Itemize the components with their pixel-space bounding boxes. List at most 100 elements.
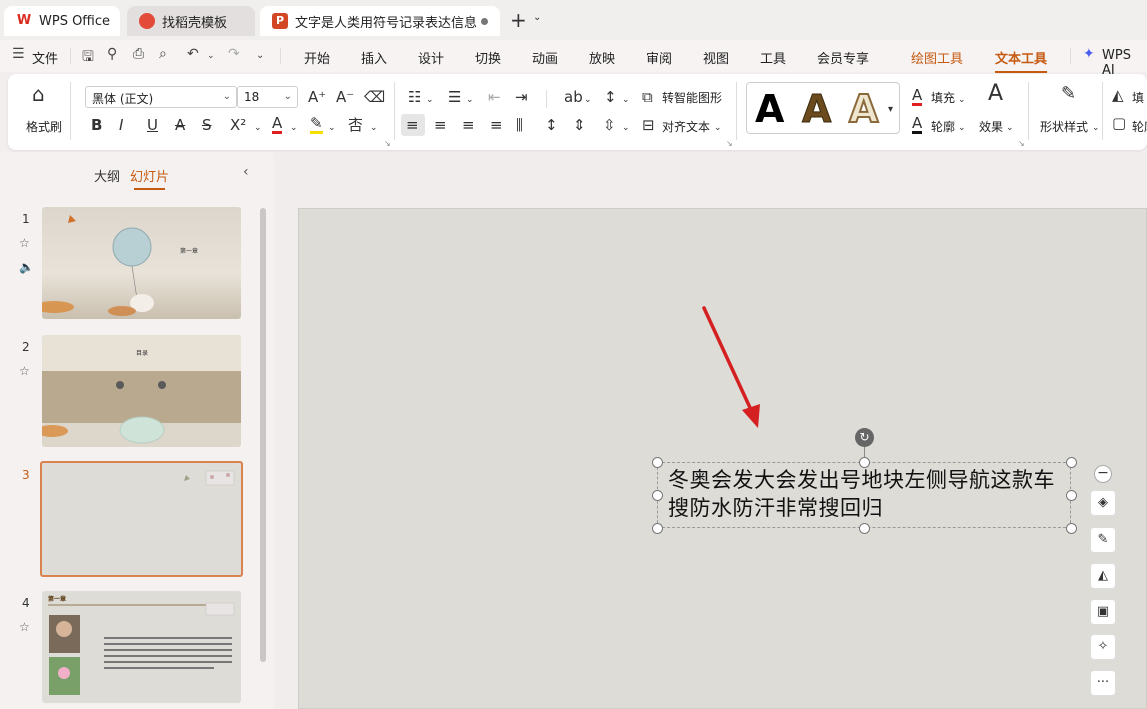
chevron-down-icon[interactable]: ⌄ — [426, 92, 434, 108]
phonetic-icon[interactable]: 㕻 — [348, 117, 363, 133]
text-style-brown[interactable]: A — [801, 87, 831, 132]
chevron-down-icon[interactable]: ⌄ — [958, 92, 966, 108]
print-preview-icon[interactable]: ⌕ — [159, 46, 167, 62]
slide-thumbnail-1[interactable]: 第一章 — [42, 207, 241, 319]
more-options-icon[interactable]: ··· — [1090, 670, 1116, 696]
smart-shape-icon[interactable]: ⧉ — [642, 89, 653, 105]
chevron-down-icon[interactable]: ⌄ — [1006, 120, 1014, 136]
menu-animation[interactable]: 动画 — [532, 48, 558, 67]
layers-icon[interactable]: ◈ — [1090, 490, 1116, 516]
redo-icon[interactable]: ↷ — [228, 46, 240, 62]
spacing-options-icon[interactable]: ⇳ — [603, 117, 616, 133]
brush-icon[interactable]: ✎ — [1090, 527, 1116, 553]
highlight-icon[interactable]: ✎ — [310, 115, 323, 134]
align-left-icon[interactable]: ≡ — [406, 117, 419, 133]
clear-format-icon[interactable]: ⌫ — [364, 89, 385, 105]
tab-wps-office[interactable]: W WPS Office — [4, 6, 120, 36]
collapse-panel-icon[interactable]: ‹ — [243, 164, 249, 180]
rotate-handle-icon[interactable]: ↻ — [855, 428, 874, 447]
superscript-icon[interactable]: X² — [230, 117, 246, 133]
chevron-down-icon[interactable]: ⌄ — [622, 92, 630, 108]
chevron-down-icon[interactable]: ⌄ — [370, 120, 378, 136]
print-icon[interactable]: ⎙ — [133, 46, 144, 62]
save-icon[interactable]: 🖫 — [82, 46, 94, 70]
font-dialog-launcher-icon[interactable]: ↘ — [384, 136, 391, 152]
gallery-more-icon[interactable]: ▾ — [888, 102, 893, 118]
text-effects-icon[interactable]: A — [988, 83, 1003, 105]
text-direction-icon[interactable]: ab — [564, 89, 583, 105]
align-right-icon[interactable]: ≡ — [462, 117, 475, 133]
text-fill-icon[interactable]: A — [912, 87, 923, 106]
panel-scrollbar[interactable] — [260, 208, 266, 662]
decrease-indent-icon[interactable]: ⇤ — [488, 89, 501, 105]
chevron-down-icon[interactable]: ⌄ — [466, 92, 474, 108]
menu-start[interactable]: 开始 — [304, 48, 330, 67]
numbered-list-icon[interactable]: ☰ — [448, 89, 461, 105]
format-painter-icon[interactable]: ⌂ — [32, 84, 45, 104]
text-style-gallery[interactable]: A A A — [746, 82, 900, 134]
increase-font-icon[interactable]: A⁺ — [308, 89, 326, 105]
magic-tools-icon[interactable]: ✧ — [1090, 634, 1116, 660]
outline-box-icon[interactable]: ▣ — [1090, 599, 1116, 625]
chevron-down-icon[interactable]: ⌄ — [254, 120, 262, 136]
shape-style-icon[interactable]: ✎ — [1061, 85, 1076, 103]
chevron-down-icon[interactable]: ⌄ — [622, 120, 630, 136]
undo-dropdown-icon[interactable]: ⌄ — [207, 51, 215, 61]
hamburger-icon[interactable]: ☰ — [12, 46, 25, 62]
text-dialog-launcher-icon[interactable]: ↘ — [1018, 136, 1025, 152]
strikethrough-icon[interactable]: A — [175, 117, 185, 133]
italic-icon[interactable]: I — [119, 117, 123, 133]
chevron-down-icon[interactable]: ⌄ — [328, 120, 336, 136]
resize-handle-left[interactable] — [652, 490, 663, 501]
menu-drawing-tools[interactable]: 绘图工具 — [911, 48, 963, 67]
increase-indent-icon[interactable]: ⇥ — [515, 89, 528, 105]
text-outline-icon[interactable]: A — [912, 115, 923, 134]
text-fill-label[interactable]: 填充 — [931, 89, 955, 106]
tab-outline[interactable]: 大纲 — [94, 166, 120, 185]
star-icon[interactable]: ☆ — [19, 620, 30, 634]
paragraph-spacing-icon[interactable]: ⇕ — [573, 117, 586, 133]
sound-icon[interactable]: 🔈 — [19, 260, 34, 274]
underline-icon[interactable]: U — [147, 117, 158, 133]
resize-handle-top-right[interactable] — [1066, 457, 1077, 468]
justify-icon[interactable]: ≡ — [490, 117, 503, 133]
resize-handle-bottom-right[interactable] — [1066, 523, 1077, 534]
distribute-icon[interactable]: ⫼ — [516, 117, 523, 133]
shape-outline-icon[interactable]: ▢ — [1112, 115, 1126, 131]
menu-slideshow[interactable]: 放映 — [589, 48, 615, 67]
text-outline-label[interactable]: 轮廓 — [931, 118, 955, 135]
new-tab-plus-icon[interactable]: + — [510, 10, 527, 30]
star-icon[interactable]: ☆ — [19, 364, 30, 378]
menu-text-tools[interactable]: 文本工具 — [995, 48, 1048, 73]
tab-templates[interactable]: 找稻壳模板 — [127, 6, 255, 36]
strike-s-icon[interactable]: S — [202, 117, 212, 133]
decrease-font-icon[interactable]: A⁻ — [336, 89, 354, 105]
shape-outline-label[interactable]: 轮廓 — [1132, 118, 1147, 135]
line-spacing-icon[interactable]: ↕ — [545, 117, 558, 133]
bold-icon[interactable]: B — [91, 117, 102, 133]
chevron-down-icon[interactable]: ⌄ — [958, 120, 966, 136]
resize-handle-bottom-left[interactable] — [652, 523, 663, 534]
format-painter-label[interactable]: 格式刷 — [26, 118, 62, 135]
chevron-down-icon[interactable]: ⌄ — [290, 120, 298, 136]
text-effects-label[interactable]: 效果 — [979, 118, 1003, 135]
chevron-down-icon[interactable]: ⌄ — [584, 92, 592, 108]
sort-icon[interactable]: ↕ — [604, 89, 617, 105]
align-text-icon[interactable]: ⊟ — [642, 117, 655, 133]
resize-handle-top-left[interactable] — [652, 457, 663, 468]
text-style-black[interactable]: A — [755, 87, 784, 131]
chevron-down-icon[interactable]: ⌄ — [1092, 120, 1100, 136]
resize-handle-top[interactable] — [859, 457, 870, 468]
fill-bucket-icon[interactable]: ◭ — [1090, 563, 1116, 589]
bullet-list-icon[interactable]: ☷ — [408, 89, 421, 105]
collapse-tools-icon[interactable]: − — [1094, 465, 1112, 483]
menu-view[interactable]: 视图 — [703, 48, 729, 67]
slide-thumbnail-4[interactable]: 第一章 — [42, 591, 241, 703]
chevron-down-icon[interactable]: ⌄ — [714, 120, 722, 136]
font-color-icon[interactable]: A — [272, 115, 283, 134]
menu-review[interactable]: 审阅 — [646, 48, 672, 67]
menu-insert[interactable]: 插入 — [361, 48, 387, 67]
menu-file[interactable]: 文件 — [32, 48, 58, 67]
shape-fill-icon[interactable]: ◭ — [1112, 87, 1124, 103]
current-slide[interactable] — [298, 208, 1147, 709]
